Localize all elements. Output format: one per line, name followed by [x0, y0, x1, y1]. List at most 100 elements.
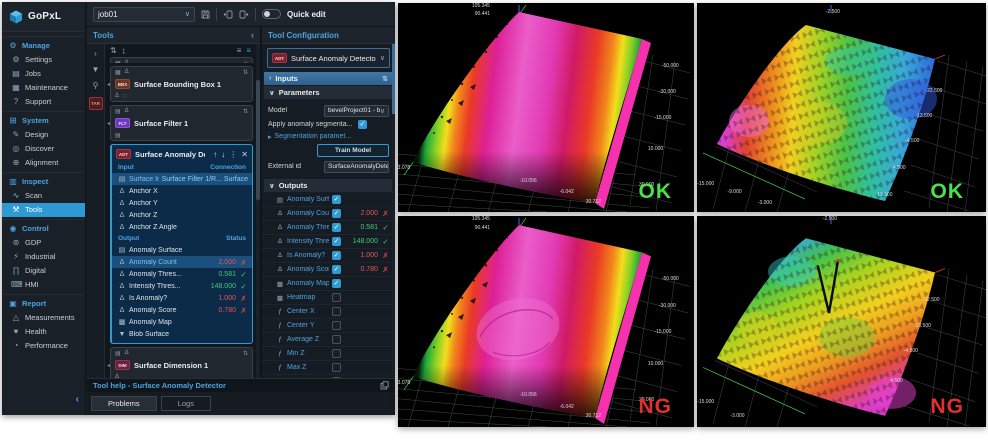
- detector-output-row[interactable]: ▩ Anomaly Map: [112, 316, 252, 328]
- tool-selector[interactable]: ADT Surface Anomaly Detector 1 ∨: [267, 48, 390, 68]
- sidebar-item-performance[interactable]: ◔ Performance: [2, 339, 85, 353]
- sidebar-item-health[interactable]: ♥ Health: [2, 325, 85, 339]
- config-output-row[interactable]: ƒ Center Y: [262, 319, 395, 333]
- config-output-row[interactable]: ▩ Anomaly Map ✓: [262, 277, 395, 291]
- detector-input-row[interactable]: Δ Anchor Z Angle: [112, 221, 252, 233]
- collapse-card-icon[interactable]: ⇅: [243, 350, 248, 357]
- output-checkbox[interactable]: [332, 335, 341, 344]
- config-output-row[interactable]: Δ Is Anomaly? ✓ 1.000 ✗: [262, 249, 395, 263]
- sidebar-item-scan[interactable]: ∿ Scan: [2, 189, 85, 203]
- detector-output-row[interactable]: Δ Anomaly Count 2.000 ✗: [112, 256, 252, 268]
- config-output-row[interactable]: ƒ Center X: [262, 305, 395, 319]
- tool-card-surface-dimension[interactable]: ◂ ▤Δ⇅ DIMSurface Dimension 1 Δ: [110, 347, 253, 378]
- detector-input-row[interactable]: ▤ Surface Input Surface Filter 1/R... Su…: [112, 173, 252, 185]
- config-output-row[interactable]: ƒ Average Z: [262, 333, 395, 347]
- output-checkbox[interactable]: ✓: [332, 209, 341, 218]
- sidebar-item-measurements[interactable]: △ Measurements: [2, 311, 85, 325]
- tar-button[interactable]: TAR: [89, 97, 103, 110]
- tool-card-surface-bounding-box[interactable]: ◂ ▦Δ⇅ BBXSurface Bounding Box 1 Δ∷: [110, 66, 253, 102]
- load-from-sensor-icon[interactable]: [223, 10, 233, 19]
- config-output-row[interactable]: Δ Intensity Threshold ✓ 148.000 ✓: [262, 235, 395, 249]
- detector-input-row[interactable]: Δ Anchor Z: [112, 209, 252, 221]
- output-checkbox[interactable]: [332, 349, 341, 358]
- quick-edit-toggle[interactable]: [262, 9, 281, 19]
- close-icon[interactable]: ✕: [241, 150, 248, 159]
- detector-output-row[interactable]: ▤ Anomaly Surface: [112, 244, 252, 256]
- scan-view-ok-textured[interactable]: -2.500-22.500-13.500-4.5004.50013.500-15…: [697, 3, 986, 212]
- sort-icon[interactable]: ⇅: [110, 46, 117, 55]
- detector-output-row[interactable]: Δ Anomaly Thres... 0.581 ✓: [112, 268, 252, 280]
- scan-view-ng-cylinder[interactable]: 105.34590.441-50.000-30.000-15.00010.000…: [398, 216, 694, 427]
- output-checkbox[interactable]: ✓: [332, 279, 341, 288]
- tools-scrollbar[interactable]: [256, 44, 260, 378]
- save-job-icon[interactable]: [201, 10, 210, 19]
- scan-view-ok-cylinder[interactable]: 105.34590.441-50.000-30.000-15.00010.000…: [398, 3, 694, 212]
- detector-input-row[interactable]: Δ Anchor Y: [112, 197, 252, 209]
- config-output-row[interactable]: ƒ Max Z: [262, 361, 395, 375]
- output-checkbox[interactable]: [332, 293, 341, 302]
- output-checkbox[interactable]: ✓: [332, 223, 341, 232]
- tab-problems[interactable]: Problems: [91, 396, 157, 411]
- output-checkbox[interactable]: [332, 363, 341, 372]
- sidebar-item-hmi[interactable]: ⌨ HMI: [2, 278, 85, 292]
- tool-help-text[interactable]: Tool help - Surface Anomaly Detector: [93, 381, 376, 390]
- collapse-card-icon[interactable]: ⇅: [243, 108, 248, 115]
- tab-logs[interactable]: Logs: [161, 396, 211, 411]
- tool-card-surface-anomaly-detector[interactable]: ADT Surface Anomaly Detector 1 ↑ ↓ ⋮ ✕ I…: [110, 144, 253, 344]
- parameters-section-bar[interactable]: ∨ Parameters: [264, 86, 393, 99]
- config-output-row[interactable]: ƒ Min Z: [262, 347, 395, 361]
- detector-output-row[interactable]: Δ Is Anomaly? 1.000 ✗: [112, 292, 252, 304]
- sidebar-item-alignment[interactable]: ⊕ Alignment: [2, 156, 85, 170]
- collapse-card-icon[interactable]: ⇅: [243, 69, 248, 76]
- send-to-sensor-icon[interactable]: [239, 10, 249, 19]
- tool-card-partial[interactable]: ▦Δ∨: [110, 57, 253, 63]
- sidebar-collapse-icon[interactable]: ‹: [76, 394, 79, 405]
- output-checkbox[interactable]: ✓: [332, 195, 341, 204]
- config-output-row[interactable]: Δ Anomaly Threshold ✓ 0.581 ✓: [262, 221, 395, 235]
- collapse-panel-icon[interactable]: ‹: [251, 27, 254, 44]
- filter-icon[interactable]: ▼: [92, 65, 100, 74]
- output-checkbox[interactable]: ✓: [332, 251, 341, 260]
- sidebar-item-settings[interactable]: ⚙ Settings: [2, 53, 85, 67]
- config-output-row[interactable]: Δ Anomaly Score ✓ 0.780 ✗: [262, 263, 395, 277]
- sidebar-item-industrial[interactable]: ⚡ Industrial: [2, 250, 85, 264]
- output-checkbox[interactable]: ✓: [332, 237, 341, 246]
- output-checkbox[interactable]: [332, 307, 341, 316]
- sidebar-item-support[interactable]: ? Support: [2, 95, 85, 109]
- scan-view-ng-textured[interactable]: -2.500-22.500-13.500-4.5004.500-15.000-3…: [697, 216, 986, 427]
- outputs-section-bar[interactable]: ∨ Outputs: [264, 179, 393, 192]
- model-select[interactable]: bevelProject01 - bev... ∨: [324, 105, 389, 117]
- detector-input-row[interactable]: Δ Anchor X: [112, 185, 252, 197]
- sidebar-item-discover[interactable]: ◎ Discover: [2, 142, 85, 156]
- inputs-section-bar[interactable]: › Inputs ⇅: [264, 72, 393, 85]
- move-up-icon[interactable]: ↑: [213, 150, 217, 159]
- detail-view-icon[interactable]: ≡: [246, 46, 251, 55]
- external-id-input[interactable]: SurfaceAnomalyDetecto: [324, 161, 389, 173]
- move-down-icon[interactable]: ↓: [221, 150, 225, 159]
- popout-icon[interactable]: [380, 381, 389, 390]
- config-output-row[interactable]: ▤ Anomaly Surface ✓: [262, 193, 395, 207]
- sidebar-item-jobs[interactable]: ▤ Jobs: [2, 67, 85, 81]
- detector-output-row[interactable]: Δ Intensity Thres... 148.000 ✓: [112, 280, 252, 292]
- config-scrollbar[interactable]: [392, 44, 395, 378]
- detector-output-row[interactable]: ▼ Blob Surface: [112, 328, 252, 340]
- output-checkbox[interactable]: ✓: [332, 265, 341, 274]
- more-options-icon[interactable]: ⋮: [229, 150, 237, 159]
- config-output-row[interactable]: ▩ Heatmap: [262, 291, 395, 305]
- output-checkbox[interactable]: [332, 321, 341, 330]
- sidebar-item-maintenance[interactable]: ▦ Maintenance: [2, 81, 85, 95]
- list-view-icon[interactable]: ≡: [237, 46, 242, 55]
- apply-anomaly-checkbox[interactable]: ✓: [358, 120, 367, 129]
- detector-output-row[interactable]: Δ Anomaly Score 0.780 ✗: [112, 304, 252, 316]
- expand-strip-icon[interactable]: ›: [94, 49, 97, 58]
- fit-icon[interactable]: ↨: [122, 46, 126, 55]
- segmentation-parameters-link[interactable]: ▸ Segmentation paramet...: [268, 131, 389, 142]
- job-select[interactable]: job01 ∨: [93, 7, 195, 22]
- search-icon[interactable]: ⚲: [93, 81, 99, 90]
- sidebar-item-design[interactable]: ✎ Design: [2, 128, 85, 142]
- sidebar-item-digital[interactable]: ∏ Digital: [2, 264, 85, 278]
- train-model-button[interactable]: Train Model: [317, 144, 389, 157]
- sidebar-item-gdp[interactable]: ⊚ GDP: [2, 236, 85, 250]
- config-output-row[interactable]: Δ Anomaly Count ✓ 2.000 ✗: [262, 207, 395, 221]
- tool-card-surface-filter[interactable]: ◂ ▤Δ⇅ FLTSurface Filter 1 ▤: [110, 105, 253, 141]
